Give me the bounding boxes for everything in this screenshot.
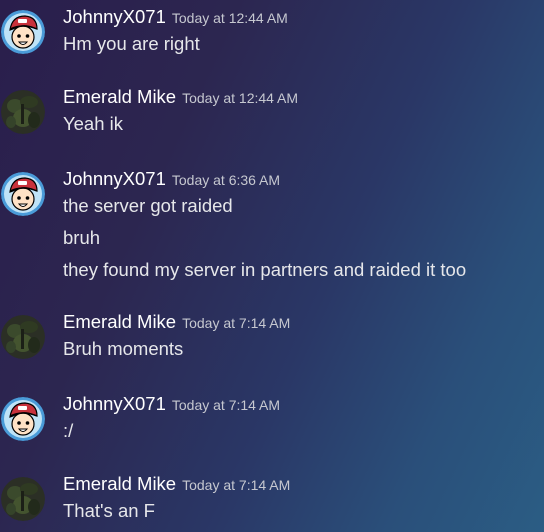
- message-text: Yeah ik: [63, 113, 124, 134]
- message-text: Bruh moments: [63, 338, 184, 359]
- avatar[interactable]: [1, 477, 45, 521]
- avatar[interactable]: [1, 10, 45, 54]
- message-header: JohnnyX071 Today at 6:36 AM: [63, 168, 280, 190]
- message-header: Emerald Mike Today at 7:14 AM: [63, 473, 290, 495]
- username[interactable]: JohnnyX071: [63, 168, 166, 189]
- message-header: JohnnyX071 Today at 12:44 AM: [63, 6, 288, 28]
- dark-foliage-avatar-icon: [1, 315, 45, 359]
- message-text: Hm you are right: [63, 33, 200, 54]
- message-text: bruh: [63, 227, 101, 248]
- avatar[interactable]: [1, 397, 45, 441]
- username[interactable]: Emerald Mike: [63, 311, 176, 332]
- dark-foliage-avatar-icon: [1, 90, 45, 134]
- message-header: JohnnyX071 Today at 7:14 AM: [63, 393, 280, 415]
- message-header: Emerald Mike Today at 7:14 AM: [63, 311, 290, 333]
- avatar[interactable]: [1, 172, 45, 216]
- avatar[interactable]: [1, 315, 45, 359]
- username[interactable]: JohnnyX071: [63, 6, 166, 27]
- message-header: Emerald Mike Today at 12:44 AM: [63, 86, 298, 108]
- timestamp[interactable]: Today at 6:36 AM: [172, 172, 280, 188]
- dark-foliage-avatar-icon: [1, 477, 45, 521]
- timestamp[interactable]: Today at 7:14 AM: [172, 397, 280, 413]
- message-text: :/: [63, 420, 74, 441]
- username[interactable]: JohnnyX071: [63, 393, 166, 414]
- cartoon-boy-red-cap-avatar-icon: [1, 397, 45, 441]
- timestamp[interactable]: Today at 7:14 AM: [182, 315, 290, 331]
- message-text: the server got raided: [63, 195, 233, 216]
- username[interactable]: Emerald Mike: [63, 473, 176, 494]
- cartoon-boy-red-cap-avatar-icon: [1, 10, 45, 54]
- timestamp[interactable]: Today at 12:44 AM: [172, 10, 288, 26]
- username[interactable]: Emerald Mike: [63, 86, 176, 107]
- avatar[interactable]: [1, 90, 45, 134]
- message-text: That's an F: [63, 500, 155, 521]
- message-text: they found my server in partners and rai…: [63, 259, 467, 280]
- timestamp[interactable]: Today at 12:44 AM: [182, 90, 298, 106]
- timestamp[interactable]: Today at 7:14 AM: [182, 477, 290, 493]
- cartoon-boy-red-cap-avatar-icon: [1, 172, 45, 216]
- chat-messages: JohnnyX071 Today at 12:44 AM Hm you are r…: [0, 0, 544, 532]
